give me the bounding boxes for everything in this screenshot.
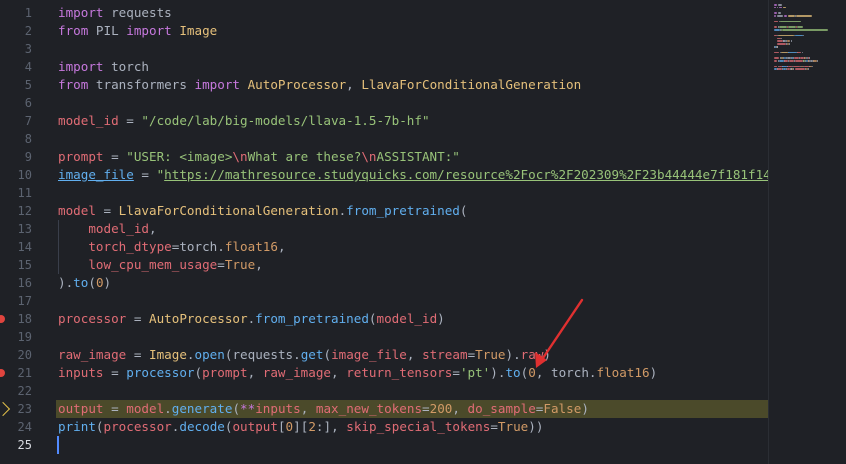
annotation-arrow-icon bbox=[535, 298, 584, 368]
code-editor[interactable]: 1 2 3 4 5 6 7 8 9 10 11 12 13 14 15 16 17 18 19 20 21 22 23 24 2… bbox=[0, 0, 846, 464]
